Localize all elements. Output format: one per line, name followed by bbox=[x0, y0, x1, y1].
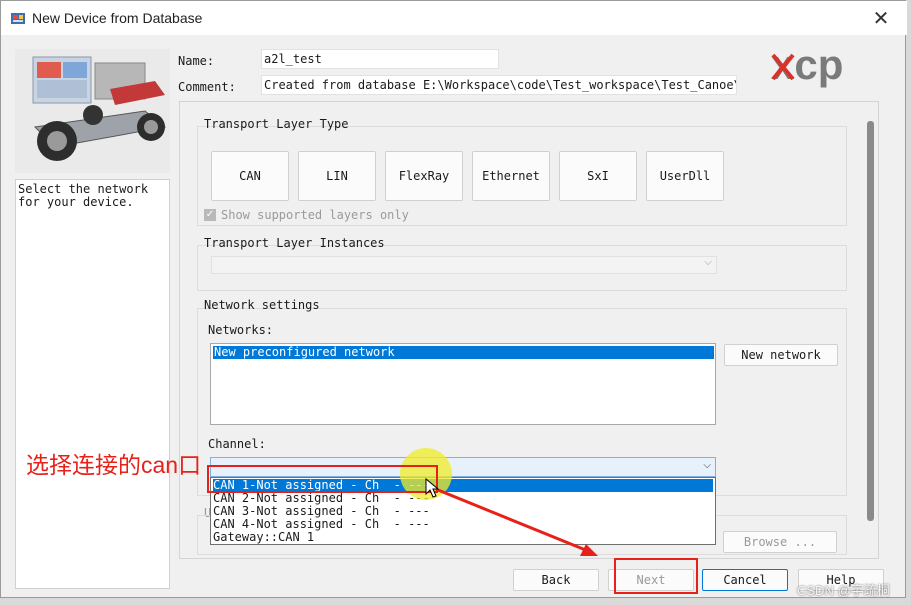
watermark: CSDN @宇疏桐 bbox=[797, 583, 890, 598]
annotation-arrow bbox=[425, 477, 598, 556]
